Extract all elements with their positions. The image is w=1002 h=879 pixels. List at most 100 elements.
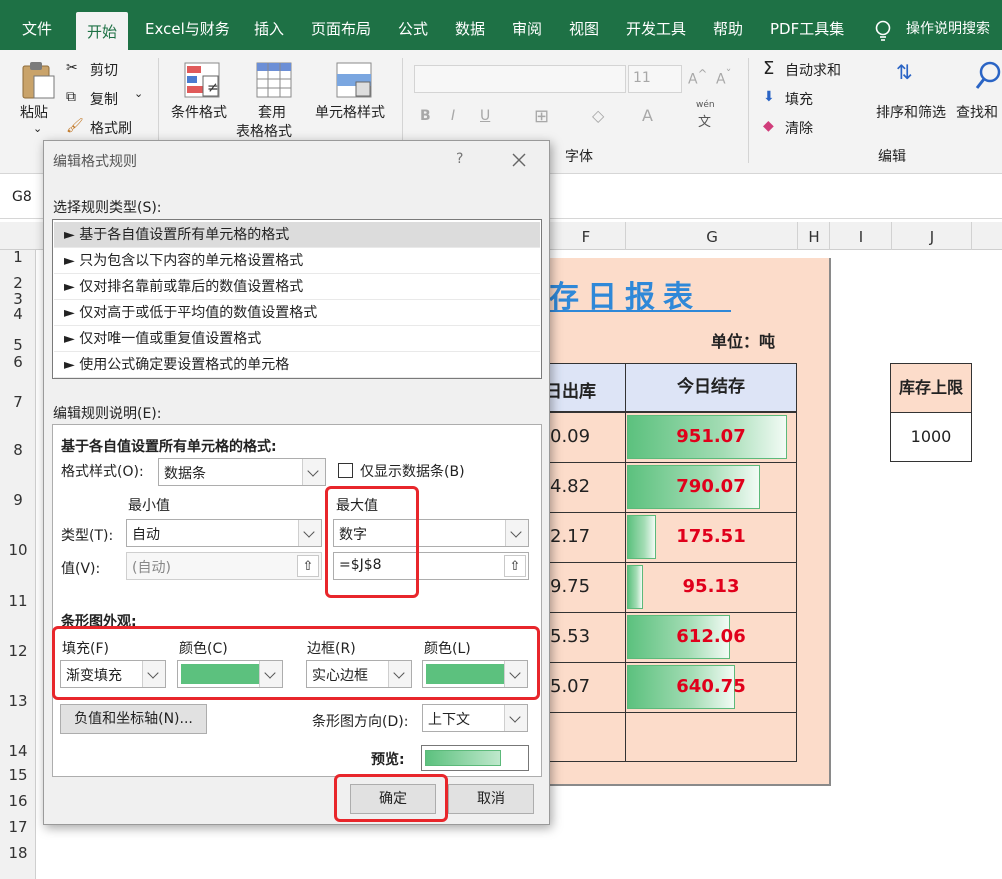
- out-cell[interactable]: 4.82: [545, 462, 626, 513]
- row-header[interactable]: 13: [0, 692, 36, 710]
- help-button[interactable]: ?: [456, 151, 463, 167]
- tab-file[interactable]: 文件: [22, 0, 52, 50]
- column-header-blank[interactable]: [971, 222, 1002, 250]
- chevron-down-icon[interactable]: [505, 520, 528, 546]
- clear-label[interactable]: 清除: [785, 118, 813, 138]
- tab-home[interactable]: 开始: [76, 12, 129, 50]
- increase-font-icon[interactable]: A^: [688, 67, 707, 88]
- format-style-combo[interactable]: 数据条: [158, 458, 326, 486]
- range-select-icon[interactable]: ⇧: [504, 555, 526, 577]
- cell-styles-icon[interactable]: [336, 62, 372, 98]
- show-bar-only-label[interactable]: 仅显示数据条(B): [360, 461, 465, 481]
- out-cell[interactable]: 2.17: [545, 512, 626, 563]
- bar-direction-combo[interactable]: 上下文: [422, 704, 528, 732]
- stock-cell[interactable]: 951.07: [625, 412, 797, 463]
- row-header[interactable]: 10: [0, 541, 36, 559]
- font-color-icon[interactable]: A: [642, 106, 653, 125]
- stock-cell[interactable]: 612.06: [625, 612, 797, 663]
- copy-dropdown-icon[interactable]: ⌄: [134, 87, 143, 100]
- font-name-combo[interactable]: [414, 65, 626, 93]
- fill-down-icon[interactable]: ⬇: [763, 89, 775, 105]
- row-header[interactable]: 7: [0, 393, 36, 411]
- row-header[interactable]: 12: [0, 642, 36, 660]
- stock-cell[interactable]: 175.51: [625, 512, 797, 563]
- rule-type-item[interactable]: ► 仅对高于或低于平均值的数值设置格式: [54, 300, 540, 326]
- column-header-j[interactable]: J: [891, 222, 972, 250]
- fill-color-icon[interactable]: ◇: [592, 106, 604, 125]
- show-bar-only-checkbox[interactable]: [338, 463, 353, 478]
- cell-styles-label[interactable]: 单元格样式: [315, 102, 385, 122]
- limit-value-cell[interactable]: 1000: [890, 412, 972, 462]
- find-select-label[interactable]: 查找和: [956, 102, 998, 122]
- cut-label[interactable]: 剪切: [90, 60, 118, 80]
- fill-label[interactable]: 填充: [785, 89, 813, 109]
- tab-data[interactable]: 数据: [455, 0, 485, 50]
- out-cell[interactable]: 5.07: [545, 662, 626, 713]
- table-format-label-1[interactable]: 套用: [258, 102, 286, 122]
- eraser-icon[interactable]: ◆: [763, 118, 774, 134]
- out-cell[interactable]: 9.75: [545, 562, 626, 613]
- out-cell[interactable]: 5.53: [545, 612, 626, 663]
- row-header[interactable]: 14: [0, 742, 36, 760]
- min-type-combo[interactable]: 自动: [126, 519, 322, 547]
- range-select-icon[interactable]: ⇧: [297, 555, 319, 577]
- find-icon[interactable]: [974, 60, 1002, 92]
- italic-button[interactable]: I: [451, 108, 455, 124]
- table-format-label-2[interactable]: 表格格式: [236, 121, 292, 141]
- autosum-icon[interactable]: Σ: [763, 58, 774, 79]
- stock-cell[interactable]: 95.13: [625, 562, 797, 613]
- column-header-i[interactable]: I: [829, 222, 892, 250]
- autosum-label[interactable]: 自动求和: [785, 60, 841, 80]
- limit-header-cell[interactable]: 库存上限: [890, 363, 972, 413]
- tab-formulas[interactable]: 公式: [398, 0, 428, 50]
- decrease-font-icon[interactable]: Aˇ: [716, 67, 731, 88]
- tab-help[interactable]: 帮助: [713, 0, 743, 50]
- row-header[interactable]: 8: [0, 441, 36, 459]
- rule-type-item[interactable]: ► 使用公式确定要设置格式的单元格: [54, 352, 540, 378]
- font-size-combo[interactable]: 11: [628, 65, 682, 93]
- tab-excel-finance[interactable]: Excel与财务: [145, 0, 230, 50]
- row-header[interactable]: 18: [0, 844, 36, 862]
- row-header[interactable]: 9: [0, 491, 36, 509]
- cut-icon[interactable]: ✂: [66, 60, 78, 76]
- row-header[interactable]: 4: [0, 305, 36, 323]
- rule-type-item[interactable]: ► 基于各自值设置所有单元格的格式: [54, 222, 540, 248]
- row-header[interactable]: 17: [0, 818, 36, 836]
- row-header[interactable]: 15: [0, 766, 36, 784]
- format-painter-icon[interactable]: 🖌: [66, 118, 84, 134]
- close-icon[interactable]: [512, 153, 526, 167]
- rule-type-item[interactable]: ► 仅对排名靠前或靠后的数值设置格式: [54, 274, 540, 300]
- min-value-input[interactable]: (自动) ⇧: [126, 552, 322, 580]
- header-out-cell[interactable]: 日出库: [545, 363, 626, 412]
- empty-cell[interactable]: [625, 712, 797, 762]
- tab-pdf-tools[interactable]: PDF工具集: [770, 0, 844, 50]
- paste-label[interactable]: 粘贴: [20, 102, 48, 122]
- empty-cell[interactable]: [545, 712, 626, 762]
- row-header[interactable]: 11: [0, 592, 36, 610]
- column-header-g[interactable]: G: [625, 222, 798, 250]
- row-header[interactable]: 5: [0, 336, 36, 354]
- paste-dropdown-icon[interactable]: ⌄: [33, 122, 42, 135]
- copy-label[interactable]: 复制: [90, 89, 118, 109]
- format-painter-label[interactable]: 格式刷: [90, 118, 132, 138]
- row-header[interactable]: 1: [0, 248, 36, 266]
- negative-axis-button[interactable]: 负值和坐标轴(N)...: [60, 704, 207, 734]
- out-cell[interactable]: 0.09: [545, 412, 626, 463]
- column-header-h[interactable]: H: [797, 222, 830, 250]
- chevron-down-icon[interactable]: [302, 459, 325, 485]
- tab-page-layout[interactable]: 页面布局: [311, 0, 371, 50]
- paste-icon[interactable]: [20, 60, 56, 100]
- tab-developer[interactable]: 开发工具: [626, 0, 686, 50]
- tab-review[interactable]: 审阅: [512, 0, 542, 50]
- chevron-down-icon[interactable]: [504, 705, 527, 731]
- borders-icon[interactable]: ⊞: [534, 106, 549, 127]
- row-header[interactable]: 16: [0, 792, 36, 810]
- header-stock-cell[interactable]: 今日结存: [625, 363, 797, 412]
- phonetic-icon[interactable]: 文: [698, 111, 711, 130]
- conditional-format-label[interactable]: 条件格式: [171, 102, 227, 122]
- rule-type-item[interactable]: ► 只为包含以下内容的单元格设置格式: [54, 248, 540, 274]
- underline-button[interactable]: U: [480, 108, 490, 124]
- conditional-format-icon[interactable]: ≠: [184, 62, 220, 98]
- row-header[interactable]: 6: [0, 353, 36, 371]
- column-header-f[interactable]: F: [545, 222, 626, 250]
